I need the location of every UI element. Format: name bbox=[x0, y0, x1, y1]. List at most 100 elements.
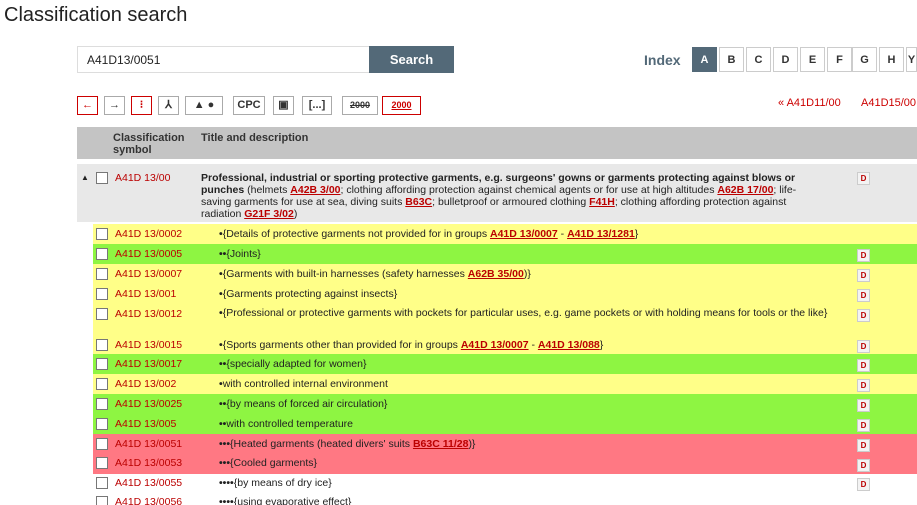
definition-button[interactable]: D bbox=[857, 419, 870, 432]
row-description: ••{Joints} bbox=[219, 248, 829, 260]
desc-text: )} bbox=[468, 438, 476, 450]
calendar-button[interactable]: ▣ bbox=[273, 96, 294, 115]
prev-group-link[interactable]: « A41D11/00 bbox=[778, 97, 841, 109]
definition-button[interactable]: D bbox=[857, 249, 870, 262]
ref-link[interactable]: A41D 13/1281 bbox=[567, 228, 635, 240]
table-row: A41D 13/0025 ••{by means of forced air c… bbox=[93, 394, 917, 414]
classification-symbol[interactable]: A41D 13/002 bbox=[115, 378, 176, 390]
hierarchy-button[interactable]: ⁝ bbox=[131, 96, 152, 115]
ref-link[interactable]: B63C 11/28 bbox=[413, 438, 468, 450]
classification-symbol[interactable]: A41D 13/0002 bbox=[115, 228, 182, 240]
row-checkbox[interactable] bbox=[96, 477, 108, 489]
next-group-link[interactable]: A41D15/00 bbox=[861, 97, 916, 109]
classification-symbol[interactable]: A41D 13/0053 bbox=[115, 457, 182, 469]
row-description: ••with controlled temperature bbox=[219, 418, 829, 430]
index-letter-g[interactable]: G bbox=[852, 47, 877, 72]
definition-button[interactable]: D bbox=[857, 379, 870, 392]
desc-text: )} bbox=[523, 268, 531, 280]
index-letter-h[interactable]: H bbox=[879, 47, 904, 72]
classification-symbol[interactable]: A41D 13/0012 bbox=[115, 308, 182, 320]
table-row: A41D 13/0005 ••{Joints} D bbox=[93, 244, 917, 264]
definition-button[interactable]: D bbox=[857, 269, 870, 282]
desc-text: ) bbox=[293, 208, 298, 220]
row-checkbox[interactable] bbox=[96, 288, 108, 300]
definition-button[interactable]: D bbox=[857, 172, 870, 185]
definition-button[interactable]: D bbox=[857, 340, 870, 353]
definition-button[interactable]: D bbox=[857, 309, 870, 322]
definition-button[interactable]: D bbox=[857, 359, 870, 372]
desc-text: } bbox=[599, 339, 604, 351]
tree-button[interactable]: ⅄ bbox=[158, 96, 179, 115]
row-description: •with controlled internal environment bbox=[219, 378, 829, 390]
classification-symbol[interactable]: A41D 13/0055 bbox=[115, 477, 182, 489]
definition-button[interactable]: D bbox=[857, 478, 870, 491]
classification-symbol[interactable]: A41D 13/0051 bbox=[115, 438, 182, 450]
back-button[interactable]: ← bbox=[77, 96, 98, 115]
page-title: Classification search bbox=[4, 4, 188, 26]
classification-symbol[interactable]: A41D 13/005 bbox=[115, 418, 176, 430]
ref-link[interactable]: A42B 3/00 bbox=[290, 184, 340, 196]
collapse-triangle-icon[interactable]: ▲ bbox=[81, 172, 89, 184]
definition-button[interactable]: D bbox=[857, 399, 870, 412]
table-row: A41D 13/0007 •{Garments with built-in ha… bbox=[93, 264, 917, 284]
row-checkbox[interactable] bbox=[96, 228, 108, 240]
definition-button[interactable]: D bbox=[857, 459, 870, 472]
year-2000-active-button[interactable]: 2000 bbox=[382, 96, 421, 115]
forward-button[interactable]: → bbox=[104, 96, 125, 115]
row-checkbox[interactable] bbox=[96, 308, 108, 320]
classification-symbol[interactable]: A41D 13/001 bbox=[115, 288, 176, 300]
definition-button[interactable]: D bbox=[857, 439, 870, 452]
row-checkbox[interactable] bbox=[96, 339, 108, 351]
index-letter-e[interactable]: E bbox=[800, 47, 825, 72]
table-row: A41D 13/0012 •{Professional or protectiv… bbox=[93, 304, 917, 336]
index-letter-y[interactable]: Y bbox=[906, 47, 917, 72]
search-button[interactable]: Search bbox=[369, 46, 454, 73]
ref-link[interactable]: A62B 17/00 bbox=[717, 184, 773, 196]
row-checkbox[interactable] bbox=[96, 496, 108, 505]
ref-link[interactable]: A41D 13/0007 bbox=[490, 228, 558, 240]
row-checkbox[interactable] bbox=[96, 172, 108, 184]
info-icon: ● bbox=[207, 99, 215, 111]
row-checkbox[interactable] bbox=[96, 358, 108, 370]
desc-text: {Professional or protective garments wit… bbox=[222, 307, 828, 319]
row-checkbox[interactable] bbox=[96, 457, 108, 469]
row-description: ••{by means of forced air circulation} bbox=[219, 398, 829, 410]
brackets-button[interactable]: [...] bbox=[302, 96, 332, 115]
ref-link[interactable]: F41H bbox=[589, 196, 615, 208]
index-letter-d[interactable]: D bbox=[773, 47, 798, 72]
definition-button[interactable]: D bbox=[857, 289, 870, 302]
index-letter-a[interactable]: A bbox=[692, 47, 717, 72]
ref-link[interactable]: A41D 13/088 bbox=[538, 339, 600, 351]
row-checkbox[interactable] bbox=[96, 378, 108, 390]
year-2000-button[interactable]: 2000 bbox=[342, 96, 378, 115]
desc-text: {specially adapted for women} bbox=[226, 358, 367, 370]
ref-link[interactable]: A62B 35/00 bbox=[468, 268, 524, 280]
ref-link[interactable]: B63C bbox=[405, 196, 432, 208]
classification-symbol[interactable]: A41D 13/00 bbox=[115, 172, 170, 184]
classification-symbol[interactable]: A41D 13/0025 bbox=[115, 398, 182, 410]
warning-info-button[interactable]: ▲ ● bbox=[185, 96, 223, 115]
arrow-right-icon: → bbox=[109, 99, 120, 111]
cpc-button[interactable]: CPC bbox=[233, 96, 265, 115]
ref-link[interactable]: G21F 3/02 bbox=[244, 208, 294, 220]
classification-symbol[interactable]: A41D 13/0007 bbox=[115, 268, 182, 280]
row-checkbox[interactable] bbox=[96, 248, 108, 260]
classification-symbol[interactable]: A41D 13/0005 bbox=[115, 248, 182, 260]
row-checkbox[interactable] bbox=[96, 268, 108, 280]
classification-symbol[interactable]: A41D 13/0017 bbox=[115, 358, 182, 370]
index-letter-b[interactable]: B bbox=[719, 47, 744, 72]
column-symbol-header: Classification symbol bbox=[113, 132, 185, 156]
warning-icon: ▲ bbox=[193, 99, 205, 111]
classification-symbol[interactable]: A41D 13/0015 bbox=[115, 339, 182, 351]
classification-symbol[interactable]: A41D 13/0056 bbox=[115, 496, 182, 505]
ref-link[interactable]: A41D 13/0007 bbox=[461, 339, 529, 351]
desc-text: - bbox=[557, 228, 568, 240]
row-checkbox[interactable] bbox=[96, 438, 108, 450]
row-description: •{Sports garments other than provided fo… bbox=[219, 339, 829, 351]
level-dots: ••• bbox=[219, 457, 231, 469]
row-checkbox[interactable] bbox=[96, 398, 108, 410]
index-letter-c[interactable]: C bbox=[746, 47, 771, 72]
search-input[interactable] bbox=[77, 46, 369, 73]
index-letter-f[interactable]: F bbox=[827, 47, 852, 72]
row-checkbox[interactable] bbox=[96, 418, 108, 430]
